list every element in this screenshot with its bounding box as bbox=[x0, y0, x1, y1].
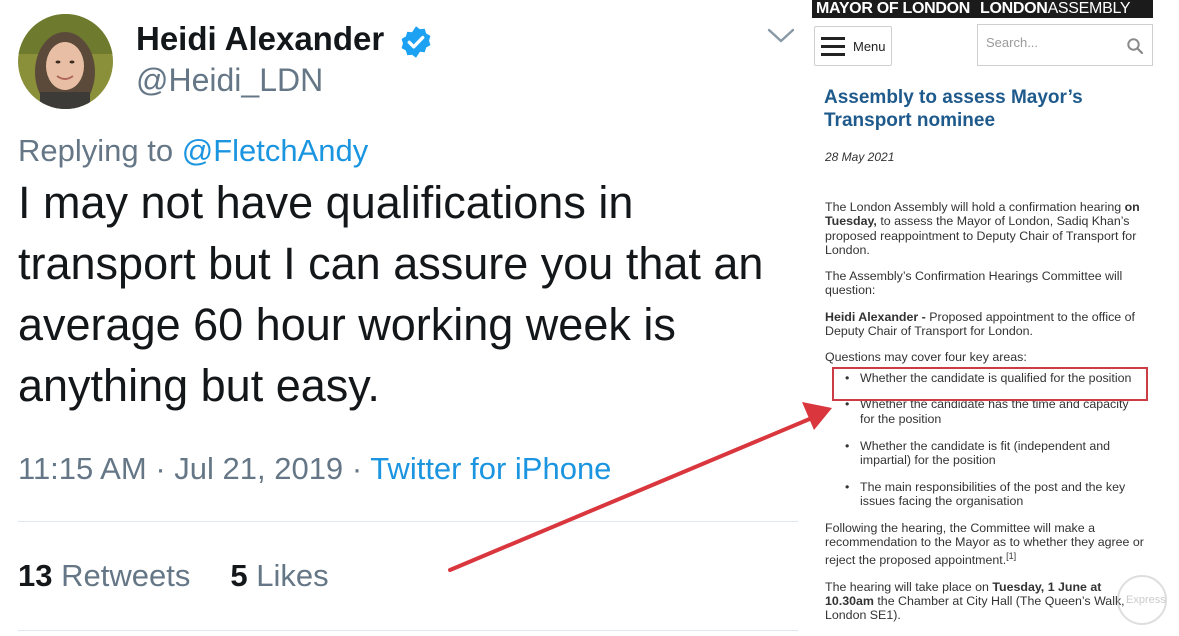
chevron-down-icon[interactable] bbox=[766, 26, 796, 46]
tweet-card: Heidi Alexander @Heidi_LDN Replying to @… bbox=[0, 0, 800, 636]
paragraph: Following the hearing, the Committee wil… bbox=[825, 520, 1144, 568]
tweet-time[interactable]: 11:15 AM bbox=[18, 451, 147, 486]
tweet-meta: 11:15 AM · Jul 21, 2019 · Twitter for iP… bbox=[18, 451, 611, 487]
london-assembly-page: MAYOR OF LONDON LONDONASSEMBLY Menu Assem… bbox=[812, 0, 1179, 636]
banner-london[interactable]: LONDON bbox=[980, 0, 1048, 17]
paragraph: Heidi Alexander - Proposed appointment t… bbox=[825, 309, 1135, 339]
retweets-stat[interactable]: 13 Retweets bbox=[18, 558, 190, 593]
tweet-stats: 13 Retweets 5 Likes bbox=[18, 558, 329, 594]
menu-label: Menu bbox=[853, 39, 886, 54]
list-item: Whether the candidate is fit (independen… bbox=[825, 439, 1145, 468]
tweet-source-link[interactable]: Twitter for iPhone bbox=[370, 451, 611, 486]
paragraph: The hearing will take place on Tuesday, … bbox=[825, 579, 1125, 623]
paragraph: The Assembly’s Confirmation Hearings Com… bbox=[825, 269, 1123, 298]
article-body: The London Assembly will hold a confirma… bbox=[825, 200, 1145, 635]
divider bbox=[18, 630, 798, 631]
likes-label: Likes bbox=[256, 558, 329, 593]
likes-count: 5 bbox=[230, 558, 248, 593]
display-name[interactable]: Heidi Alexander bbox=[136, 20, 384, 58]
list-item: Whether the candidate has the time and c… bbox=[825, 397, 1145, 426]
retweets-label: Retweets bbox=[61, 558, 191, 593]
highlight-box bbox=[832, 367, 1148, 401]
tweet-text: I may not have qualifications in transpo… bbox=[18, 177, 764, 411]
meta-separator: · bbox=[155, 451, 166, 486]
search-box[interactable] bbox=[977, 24, 1153, 66]
tweet-date[interactable]: Jul 21, 2019 bbox=[174, 451, 343, 486]
verified-badge-icon bbox=[401, 26, 431, 58]
reply-prefix: Replying to bbox=[18, 133, 174, 168]
likes-stat[interactable]: 5 Likes bbox=[230, 558, 328, 593]
avatar[interactable] bbox=[18, 14, 113, 109]
watermark-text: Express bbox=[1126, 594, 1166, 606]
hamburger-menu-icon bbox=[821, 37, 845, 57]
reply-mention-link[interactable]: @FletchAndy bbox=[182, 133, 369, 168]
paragraph: The London Assembly will hold a confirma… bbox=[825, 200, 1140, 257]
reply-context: Replying to @FletchAndy bbox=[18, 133, 368, 169]
menu-button[interactable]: Menu bbox=[814, 26, 892, 66]
site-banner[interactable]: MAYOR OF LONDON LONDONASSEMBLY bbox=[812, 0, 1153, 18]
article-title: Assembly to assess Mayor’s Transport nom… bbox=[824, 87, 1083, 131]
divider bbox=[18, 521, 798, 522]
search-input[interactable] bbox=[986, 35, 1116, 50]
footnote-link[interactable]: [1] bbox=[1006, 551, 1016, 561]
handle[interactable]: @Heidi_LDN bbox=[136, 62, 323, 99]
retweets-count: 13 bbox=[18, 558, 53, 593]
meta-separator: · bbox=[351, 451, 363, 486]
paragraph: Questions may cover four key areas: bbox=[825, 350, 1027, 365]
article-date: 28 May 2021 bbox=[825, 150, 895, 164]
banner-mayor-of-london[interactable]: MAYOR OF LONDON bbox=[816, 0, 970, 17]
list-item: The main responsibilities of the post an… bbox=[825, 480, 1145, 509]
search-icon[interactable] bbox=[1126, 37, 1144, 55]
banner-assembly[interactable]: ASSEMBLY bbox=[1048, 0, 1131, 17]
